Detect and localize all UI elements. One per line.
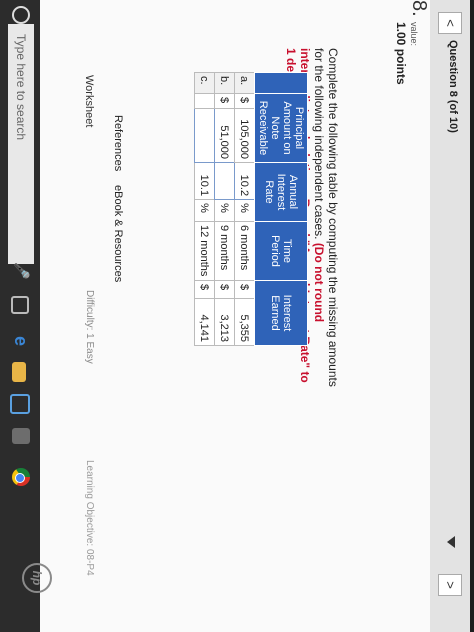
task-view-icon[interactable] bbox=[11, 296, 29, 314]
next-question-button[interactable]: > bbox=[438, 574, 462, 596]
difficulty-label: Difficulty: 1 Easy bbox=[84, 290, 95, 364]
rate-input[interactable]: 10.2 bbox=[234, 162, 255, 200]
worksheet-link[interactable]: Worksheet bbox=[83, 75, 95, 127]
table-row: b. $ 51,000 % 9 months $ 3,213 bbox=[214, 72, 235, 346]
windows-taskbar: Type here to search 🎤 e bbox=[0, 0, 40, 632]
header-interest: Interest Earned bbox=[254, 280, 308, 346]
table-header-row: Principal Amount on Note Receivable Annu… bbox=[254, 72, 308, 346]
taskbar-search-input[interactable]: Type here to search bbox=[8, 24, 34, 264]
interest-value: 4,141 bbox=[194, 298, 215, 346]
principal-input[interactable] bbox=[194, 108, 215, 163]
references-label: References bbox=[112, 115, 124, 172]
question-number: 8. bbox=[408, 0, 430, 17]
microphone-icon[interactable]: 🎤 bbox=[13, 262, 30, 279]
time-value: 6 months bbox=[234, 221, 255, 281]
percent-symbol: % bbox=[214, 199, 235, 222]
currency-symbol: $ bbox=[194, 280, 215, 299]
currency-symbol: $ bbox=[214, 280, 235, 299]
points-value: 1.00 points bbox=[394, 22, 408, 85]
principal-value: 105,000 bbox=[234, 108, 255, 163]
table-row: c. 10.1 % 12 months $ 4,141 bbox=[194, 72, 215, 346]
store-icon[interactable] bbox=[10, 394, 30, 414]
laptop-screen: < Question 8 (of 10) > 8. value: 1.00 po… bbox=[0, 0, 470, 632]
case-label: b. bbox=[214, 72, 235, 94]
prev-question-button[interactable]: < bbox=[438, 12, 462, 34]
question-selector[interactable]: Question 8 (of 10) bbox=[447, 40, 459, 133]
rate-input[interactable] bbox=[214, 162, 235, 200]
currency-symbol bbox=[194, 93, 215, 109]
value-label: value: bbox=[409, 22, 419, 47]
question-content: 8. value: 1.00 points Complete the follo… bbox=[30, 0, 430, 632]
time-value: 12 months bbox=[194, 221, 215, 281]
question-nav-bar: < Question 8 (of 10) > bbox=[429, 0, 470, 632]
table-row: a. $ 105,000 10.2 % 6 months $ 5,355 bbox=[234, 72, 255, 346]
ebook-resources-link[interactable]: eBook & Resources bbox=[112, 185, 124, 282]
header-time: Time Period bbox=[254, 221, 308, 281]
header-principal: Principal Amount on Note Receivable bbox=[254, 93, 308, 163]
currency-symbol: $ bbox=[234, 93, 255, 109]
interest-value: 3,213 bbox=[214, 298, 235, 346]
header-case bbox=[254, 72, 308, 94]
currency-symbol: $ bbox=[214, 93, 235, 109]
case-label: a. bbox=[234, 72, 255, 94]
cases-table: Principal Amount on Note Receivable Annu… bbox=[194, 72, 308, 346]
cortana-icon[interactable] bbox=[12, 6, 30, 24]
edge-browser-icon[interactable]: e bbox=[10, 330, 32, 352]
percent-symbol: % bbox=[194, 199, 215, 222]
instruction-text: Complete the following table by computin… bbox=[312, 48, 340, 387]
percent-symbol: % bbox=[234, 199, 255, 222]
currency-symbol: $ bbox=[234, 280, 255, 299]
learning-objective-label: Learning Objective: 08-P4 bbox=[84, 460, 95, 576]
header-rate: Annual Interest Rate bbox=[254, 162, 308, 222]
time-value: 9 months bbox=[214, 221, 235, 281]
interest-value: 5,355 bbox=[234, 298, 255, 346]
principal-value: 51,000 bbox=[214, 108, 235, 163]
rate-value: 10.1 bbox=[194, 162, 215, 200]
chevron-down-icon[interactable] bbox=[447, 536, 455, 548]
chrome-browser-icon[interactable] bbox=[12, 468, 30, 486]
hp-logo-icon: hp bbox=[22, 563, 52, 593]
file-explorer-icon[interactable] bbox=[12, 362, 26, 382]
case-label: c. bbox=[194, 72, 215, 94]
calculator-icon[interactable] bbox=[12, 428, 30, 444]
